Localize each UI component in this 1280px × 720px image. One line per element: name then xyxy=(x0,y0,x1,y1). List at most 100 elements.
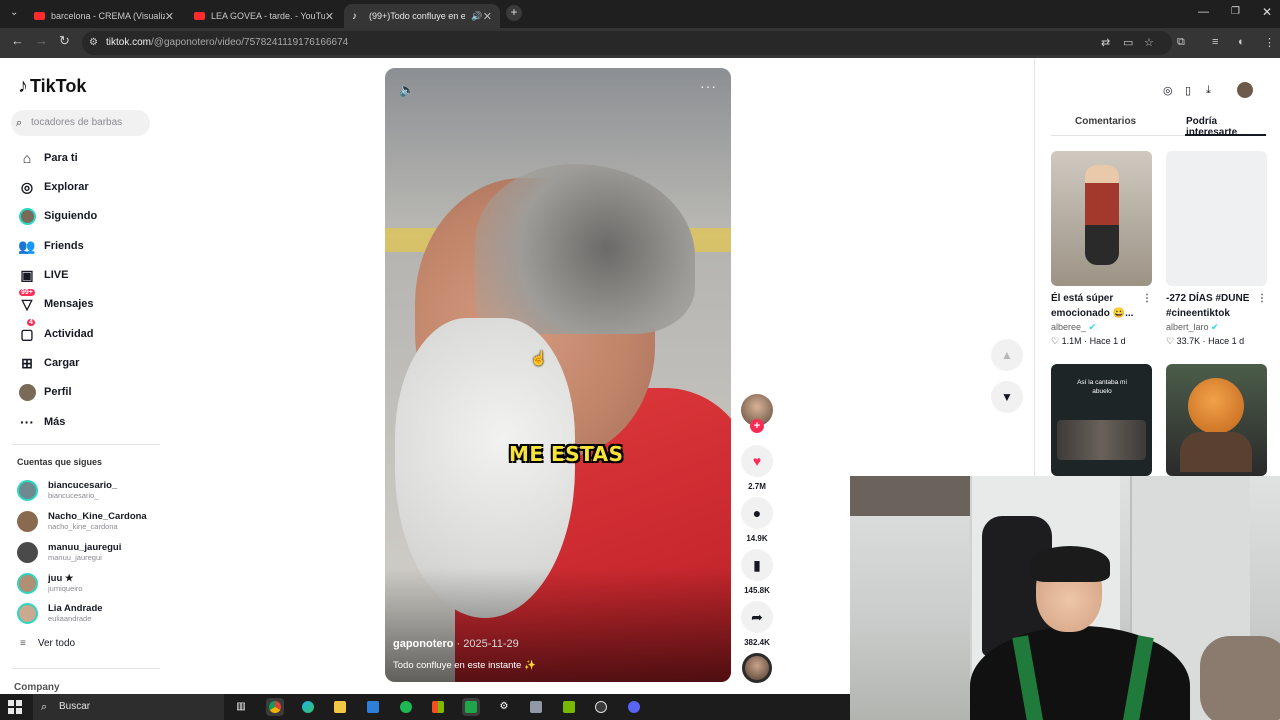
browser-tab-1[interactable]: barcelona - CREMA (Visualizer) ✕ xyxy=(26,4,182,28)
site-info-icon[interactable]: ⚙ xyxy=(89,31,98,55)
minimize-icon[interactable]: — xyxy=(1198,6,1209,18)
save-button[interactable]: ▮ 145.8K xyxy=(741,549,773,595)
search-input[interactable]: ⌕ tocadores de barbas xyxy=(11,110,150,136)
cast-icon[interactable]: ▭ xyxy=(1123,36,1133,49)
following-item[interactable]: juu ★ jumiqueiro xyxy=(17,571,83,595)
video-thumbnail[interactable]: Así la cantaba mi abuelo xyxy=(1051,364,1152,476)
back-icon[interactable]: ← xyxy=(11,33,24,48)
nvidia-icon[interactable] xyxy=(560,698,578,716)
video-thumbnail[interactable] xyxy=(1166,151,1267,286)
nav-friends[interactable]: 👥 Friends xyxy=(17,236,83,256)
mail-icon[interactable] xyxy=(364,698,382,716)
forward-icon[interactable]: → xyxy=(35,33,48,48)
video-player[interactable]: 🔈 ··· ME ESTAS gaponotero · 2025-11-29 T… xyxy=(385,68,731,682)
company-link[interactable]: Company xyxy=(14,682,60,693)
next-video-button[interactable]: ▼ xyxy=(991,381,1023,413)
tab-search-icon[interactable]: ⌄ xyxy=(10,7,18,18)
nav-label: Más xyxy=(44,416,66,428)
more-icon[interactable]: ⋮ xyxy=(1257,291,1267,306)
speaker-icon[interactable]: 🔊 xyxy=(471,11,482,22)
file-explorer-icon[interactable] xyxy=(331,698,349,716)
card-username[interactable]: alberee_ xyxy=(1051,322,1086,332)
nav-para-ti[interactable]: ⌂ Para ti xyxy=(17,148,78,168)
previous-video-button[interactable]: ▲ xyxy=(991,339,1023,371)
browser-tab-2[interactable]: LEA GOVEA - tarde. - YouTube ✕ xyxy=(186,4,342,28)
nav-actividad[interactable]: ▢ 4 Actividad xyxy=(17,319,94,344)
card-username[interactable]: albert_laro xyxy=(1166,322,1209,332)
messages-icon: ▽ 99+ xyxy=(19,289,35,312)
following-name: juu ★ xyxy=(48,573,74,584)
tab-comentarios[interactable]: Comentarios xyxy=(1075,116,1136,127)
reload-icon[interactable]: ↻ xyxy=(59,33,70,49)
share-button[interactable]: ➦ 382.4K xyxy=(741,601,773,647)
comment-button[interactable]: ● 14.9K xyxy=(741,497,773,543)
task-view-icon[interactable]: ▥ xyxy=(232,698,250,716)
avatar xyxy=(17,572,38,594)
url-field[interactable]: ⚙ tiktok.com/@gaponotero/video/757824111… xyxy=(82,31,1172,55)
download-icon[interactable]: ⤓ xyxy=(1206,84,1211,97)
video-card[interactable] xyxy=(1166,364,1267,476)
video-card[interactable]: Así la cantaba mi abuelo xyxy=(1051,364,1152,476)
discord-icon[interactable] xyxy=(625,698,643,716)
bookmark-icon: ▮ xyxy=(741,549,773,581)
close-window-icon[interactable]: ✕ xyxy=(1262,5,1272,19)
following-item[interactable]: Nacho_Kine_Cardona nacho_kine_cardona xyxy=(17,509,147,533)
nav-explorar[interactable]: ◎ Explorar xyxy=(17,177,89,197)
new-tab-button[interactable]: + xyxy=(506,5,522,21)
video-card[interactable]: -272 DÍAS #DUNE ⋮ #cineentiktok albert_la… xyxy=(1166,151,1267,347)
settings-icon[interactable]: ⚙ xyxy=(495,698,513,716)
video-thumbnail[interactable] xyxy=(1166,364,1267,476)
close-icon[interactable]: ✕ xyxy=(165,10,174,23)
store-icon[interactable] xyxy=(429,698,447,716)
taskbar-search-field[interactable]: ⌕ Buscar xyxy=(33,694,224,720)
webcam-background xyxy=(1200,636,1280,720)
video-card[interactable]: Él está súper ⋮ emocionado 😀... alberee_ … xyxy=(1051,151,1152,347)
card-likes: 33.7K xyxy=(1176,336,1201,346)
see-all-link[interactable]: ≡ Ver todo xyxy=(20,638,75,649)
extensions-icon[interactable]: ⧉ xyxy=(1177,36,1185,49)
compass-icon[interactable]: ◎ xyxy=(1163,84,1173,97)
close-icon[interactable]: ✕ xyxy=(483,10,492,23)
nav-live[interactable]: ▣ LIVE xyxy=(17,265,68,285)
media-app-icon[interactable] xyxy=(527,698,545,716)
user-avatar[interactable] xyxy=(1237,82,1253,98)
bookmark-star-icon[interactable]: ☆ xyxy=(1144,36,1154,49)
nav-siguiendo[interactable]: Siguiendo xyxy=(17,206,97,226)
restore-icon[interactable]: ❐ xyxy=(1231,6,1240,17)
music-disc-avatar[interactable] xyxy=(742,653,772,683)
following-item[interactable]: biancucesario_ biancucesario_ xyxy=(17,478,117,502)
nav-mas[interactable]: ··· Más xyxy=(17,412,65,432)
stats-app-icon[interactable] xyxy=(462,698,480,716)
browser-tab-3-active[interactable]: ♪ (99+)Todo confluye en este 🔊 ✕ xyxy=(344,4,500,28)
more-icon[interactable]: ⋮ xyxy=(1142,291,1152,306)
like-button[interactable]: ♥ 2.7M xyxy=(741,445,773,491)
edge-icon[interactable] xyxy=(299,698,317,716)
tab-title: LEA GOVEA - tarde. - YouTube xyxy=(211,11,325,21)
panel-tabs: Comentarios Podría interesarte xyxy=(1051,116,1267,138)
following-item[interactable]: Lia Andrade euliaandrade xyxy=(17,601,103,625)
device-icon[interactable]: ▯ xyxy=(1185,84,1191,97)
chrome-icon[interactable] xyxy=(266,698,284,716)
profile-icon[interactable]: ◐ xyxy=(1238,36,1245,48)
nav-perfil[interactable]: Perfil xyxy=(17,382,72,402)
video-author-line[interactable]: gaponotero · 2025-11-29 xyxy=(393,638,519,650)
translate-icon[interactable]: ⇄ xyxy=(1101,36,1110,49)
follow-plus-icon[interactable]: + xyxy=(750,419,764,433)
menu-icon[interactable]: ⋮ xyxy=(1264,36,1275,49)
obs-icon[interactable] xyxy=(592,698,610,716)
close-icon[interactable]: ✕ xyxy=(325,10,334,23)
nav-cargar[interactable]: ⊞ Cargar xyxy=(17,353,79,373)
video-author[interactable]: gaponotero xyxy=(393,638,454,650)
video-thumbnail[interactable] xyxy=(1051,151,1152,286)
following-item[interactable]: manuu_jauregui manuu_jauregui xyxy=(17,540,121,564)
more-options-icon[interactable]: ··· xyxy=(700,78,717,94)
media-control-icon[interactable]: ≡ xyxy=(1212,36,1218,48)
spotify-icon[interactable] xyxy=(397,698,415,716)
comment-icon: ● xyxy=(741,497,773,529)
tiktok-logo[interactable]: ♪ TikTok xyxy=(18,75,86,98)
active-tab-underline xyxy=(1185,134,1266,136)
card-title: Él está súper xyxy=(1051,293,1114,304)
volume-icon[interactable]: 🔈 xyxy=(399,82,415,98)
windows-start-icon[interactable] xyxy=(8,700,22,714)
nav-mensajes[interactable]: ▽ 99+ Mensajes xyxy=(17,289,94,314)
